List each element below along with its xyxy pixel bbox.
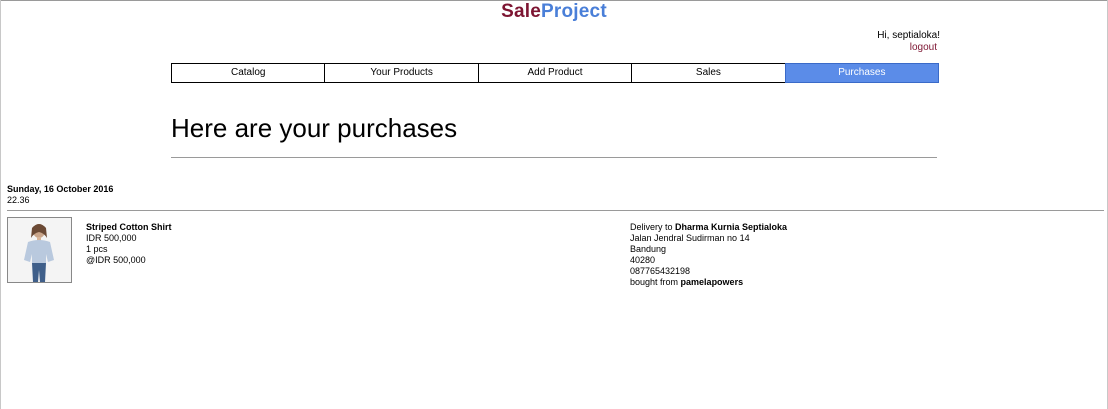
product-total: IDR 500,000 [86,233,137,243]
tab-sales[interactable]: Sales [631,63,785,83]
delivery-city: Bandung [630,244,667,254]
product-quantity: 1 pcs [86,244,108,254]
tab-catalog[interactable]: Catalog [171,63,325,83]
user-panel: Hi, septialoka! logout [877,30,940,54]
product-photo-illustration [8,218,71,282]
logo-sale-text: Sale [501,1,542,22]
site-logo[interactable]: SaleProject [0,1,1108,23]
product-unit-price: @IDR 500,000 [86,255,146,265]
delivery-recipient: Dharma Kurnia Septialoka [675,222,788,232]
page-title: Here are your purchases [171,113,458,143]
delivery-phone: 087765432198 [630,266,691,276]
seller-line: bought from pamelapowers [630,277,787,288]
product-details: Striped Cotton Shirt IDR 500,000 1 pcs @… [86,222,172,266]
product-name[interactable]: Striped Cotton Shirt [86,222,172,233]
purchase-date-block: Sunday, 16 October 2016 22.36 [7,184,113,206]
purchase-date: Sunday, 16 October 2016 [7,184,114,194]
tab-add-product[interactable]: Add Product [477,63,632,83]
user-greeting: Hi, septialoka! [877,30,940,41]
tab-purchases[interactable]: Purchases [784,63,940,83]
seller-prefix: bought from [630,277,679,287]
title-divider [171,157,937,158]
logo-project-text: Project [541,1,607,22]
seller-name: pamelapowers [680,277,744,287]
main-nav: Catalog Your Products Add Product Sales … [171,63,940,83]
product-image [7,217,72,283]
delivery-prefix: Delivery to [630,222,673,232]
logout-link[interactable]: logout [877,42,937,54]
purchase-divider [7,210,1104,211]
delivery-postal-code: 40280 [630,255,656,265]
delivery-details: Delivery to Dharma Kurnia Septialoka Jal… [630,222,787,288]
delivery-recipient-line: Delivery to Dharma Kurnia Septialoka [630,222,787,233]
delivery-address: Jalan Jendral Sudirman no 14 [630,233,750,243]
window-left-border [0,0,1,409]
tab-your-products[interactable]: Your Products [324,63,478,83]
purchase-time: 22.36 [7,195,30,205]
